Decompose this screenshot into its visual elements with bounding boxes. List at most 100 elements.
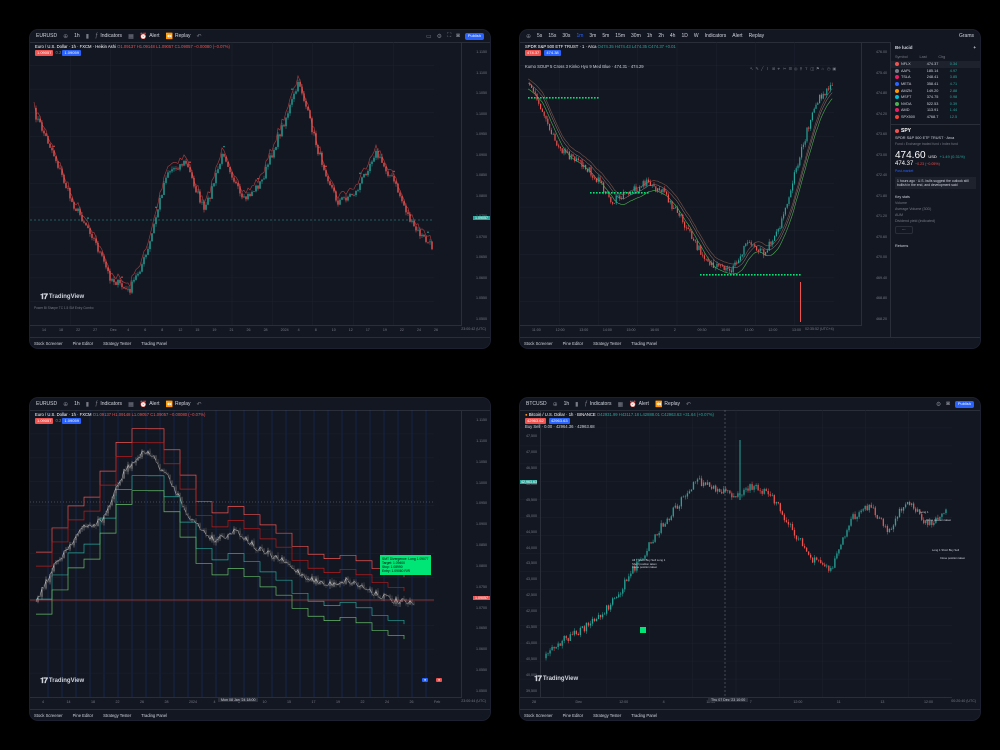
footer-tab-trading-panel[interactable]: Trading Panel [631,341,657,346]
chart-panel-eurusd-heikin[interactable]: EURUSD ⊕ 1h ▮ ƒ Indicators ▦ ⏰ Alert ⏪ Repl… [30,30,490,348]
footer-tab-pine-editor[interactable]: Pine Editor [73,713,93,718]
time-axis[interactable]: 14 18 22 27 Dec 4 6 8 12 15 19 21 26 28 2024 4 8 10 12 17 19… [30,325,462,335]
buy-button[interactable]: 1.09059 [62,418,81,424]
trade-marker-2[interactable]: ● [436,678,443,682]
candlestick-chart[interactable] [520,410,952,697]
watchlist-row[interactable]: AMZN 149.20 2.88 [891,87,980,94]
returns-section[interactable]: Returns [895,244,976,248]
interval-select[interactable]: 1h [74,401,80,407]
interval-W[interactable]: W [694,33,699,39]
watchlist-row[interactable]: META 358.41 4.71 [891,81,980,88]
price-axis[interactable]: 1.1150 1.1100 1.1050 1.1000 1.0950 1.0900 1.08… [461,410,490,697]
interval-30m[interactable]: 30m [631,33,641,39]
watchlist-column-last[interactable]: Last [919,55,938,59]
footer-tab-stock-screener[interactable]: Stock Screener [524,341,553,346]
footer-tab-trading-panel[interactable]: Trading Panel [631,713,657,718]
publish-button[interactable]: Publish [464,32,484,40]
interval-1m[interactable]: 1m [576,33,583,39]
watchlist-row[interactable]: AAPL 185.14 4.97 [891,68,980,75]
footer-tab-pine-editor[interactable]: Pine Editor [563,341,583,346]
interval-1D[interactable]: 1D [681,33,687,39]
watchlist-column-chg[interactable]: Chg [938,55,957,59]
add-symbol-icon[interactable]: + [973,45,976,50]
interval-4h[interactable]: 4h [670,33,676,39]
interval-15m[interactable]: 15m [615,33,625,39]
plus-icon[interactable]: ⊕ [526,33,531,40]
plus-icon[interactable]: ⊕ [63,401,68,408]
watchlist-row[interactable]: NVDA 522.53 0.39 [891,101,980,108]
grid-icon[interactable]: ▦ [128,33,134,40]
line-levels-chart[interactable] [30,410,462,697]
alert-button[interactable]: ⏰ Alert [140,401,160,408]
chart-panel-spy[interactable]: ⊕ 5s 15s 30s 1m 3m 5m 15m 30m 1h 2h 4h 1D W Indicator… [520,30,980,348]
candles-icon[interactable]: ▮ [86,401,89,408]
watchlist-column-symbol[interactable]: Symbol [895,55,919,59]
interval-30s[interactable]: 30s [562,33,570,39]
candlestick-chart[interactable] [30,42,462,325]
undo-icon[interactable]: ↶ [686,401,691,408]
alert-button[interactable]: ⏰ Alert [629,401,649,408]
indicators-button[interactable]: ƒ Indicators [584,401,611,407]
grid-icon[interactable]: ▦ [128,401,134,408]
footer-tab-strategy-tester[interactable]: Strategy Tester [593,713,621,718]
settings-icon[interactable]: ⚙ [936,401,941,408]
interval-select[interactable]: 1h [74,33,80,39]
alert-button[interactable]: Alert [732,33,742,39]
trade-marker-1[interactable]: ● [422,678,429,682]
signal-callout[interactable]: SMT Divergence: Long 1.09077 Target: 1.09… [380,555,431,575]
indicators-button[interactable]: Indicators [705,33,727,39]
camera-icon[interactable]: ◙ [946,401,950,408]
sell-button[interactable]: 1.09057 [35,418,54,424]
price-axis[interactable]: 1.1150 1.1100 1.1050 1.1000 1.0950 1.0900 1.08… [461,42,490,325]
watchlist-panel[interactable]: Be lucid + Symbol Last Chg NFLX 474.37 0.34 AA… [890,42,980,338]
indicators-button[interactable]: ƒ Indicators [95,401,122,407]
interval-5m[interactable]: 5m [602,33,609,39]
plus-icon[interactable]: ⊕ [63,33,68,40]
interval-15s[interactable]: 15s [548,33,556,39]
chart-panel-btcusd[interactable]: BTCUSD ⊕ 1h ▮ ƒ Indicators ▦ ⏰ Alert ⏪ Repl… [520,398,980,720]
undo-icon[interactable]: ↶ [197,401,202,408]
symbol-search[interactable]: BTCUSD [526,401,547,407]
price-axis[interactable]: 476.00 475.40 474.80 474.20 473.60 473.00 472.… [861,42,890,325]
footer-tab-stock-screener[interactable]: Stock Screener [34,341,63,346]
replay-button[interactable]: Replay [749,33,765,39]
footer-tab-stock-screener[interactable]: Stock Screener [34,713,63,718]
price-axis[interactable]: 48,00047,50047,00046,50046,00045,50045,0… [520,410,541,697]
undo-icon[interactable]: ↶ [197,33,202,40]
detail-symbol[interactable]: SPY [901,128,911,134]
sell-button[interactable]: 1.09057 [35,50,54,56]
chart-panel-eurusd-levels[interactable]: EURUSD ⊕ 1h ▮ ƒ Indicators ▦ ⏰ Alert ⏪ Repl… [30,398,490,720]
interval-2h[interactable]: 2h [658,33,664,39]
buy-button[interactable]: 1.09059 [62,50,81,56]
candlestick-chart[interactable]: ↖ ✎ ╱ ⌇ ⊞ ⌖ ✂ ☰ ◎ ⚲ T ◫ ⚑ ⌂ ◷ ▣ [520,42,862,325]
camera-icon[interactable]: ◙ [456,33,460,40]
watchlist-row[interactable]: SPX500 4768.7 12.5 [891,114,980,121]
watchlist-row[interactable]: MSFT 374.75 0.98 [891,94,980,101]
footer-tab-pine-editor[interactable]: Pine Editor [73,341,93,346]
interval-5s[interactable]: 5s [537,33,542,39]
publish-button[interactable]: Publish [954,400,974,408]
footer-tab-strategy-tester[interactable]: Strategy Tester [103,713,131,718]
news-item[interactable]: 1 hours ago · U.S. bulls suggest the out… [895,177,976,190]
candles-icon[interactable]: ▮ [86,33,89,40]
layout-name[interactable]: Grams [959,33,974,39]
footer-tab-strategy-tester[interactable]: Strategy Tester [593,341,621,346]
fullscreen-icon[interactable]: ⛶ [447,33,451,40]
replay-button[interactable]: ⏪ Replay [655,401,680,408]
footer-tab-stock-screener[interactable]: Stock Screener [524,713,553,718]
watchlist-row[interactable]: TSLA 248.41 3.85 [891,74,980,81]
interval-select[interactable]: 1h [564,401,570,407]
indicators-button[interactable]: ƒ Indicators [95,33,122,39]
sell-button[interactable]: 474.37 [525,50,542,56]
footer-tab-strategy-tester[interactable]: Strategy Tester [103,341,131,346]
footer-tab-trading-panel[interactable]: Trading Panel [141,341,167,346]
footer-tab-pine-editor[interactable]: Pine Editor [563,713,583,718]
interval-3m[interactable]: 3m [589,33,596,39]
footer-tab-trading-panel[interactable]: Trading Panel [141,713,167,718]
replay-button[interactable]: ⏪ Replay [166,401,191,408]
symbol-search[interactable]: EURUSD [36,33,57,39]
candles-icon[interactable]: ▮ [575,401,578,408]
watchlist-row[interactable]: AMD 113.91 1.44 [891,107,980,114]
symbol-search[interactable]: EURUSD [36,401,57,407]
plus-icon[interactable]: ⊕ [553,401,558,408]
